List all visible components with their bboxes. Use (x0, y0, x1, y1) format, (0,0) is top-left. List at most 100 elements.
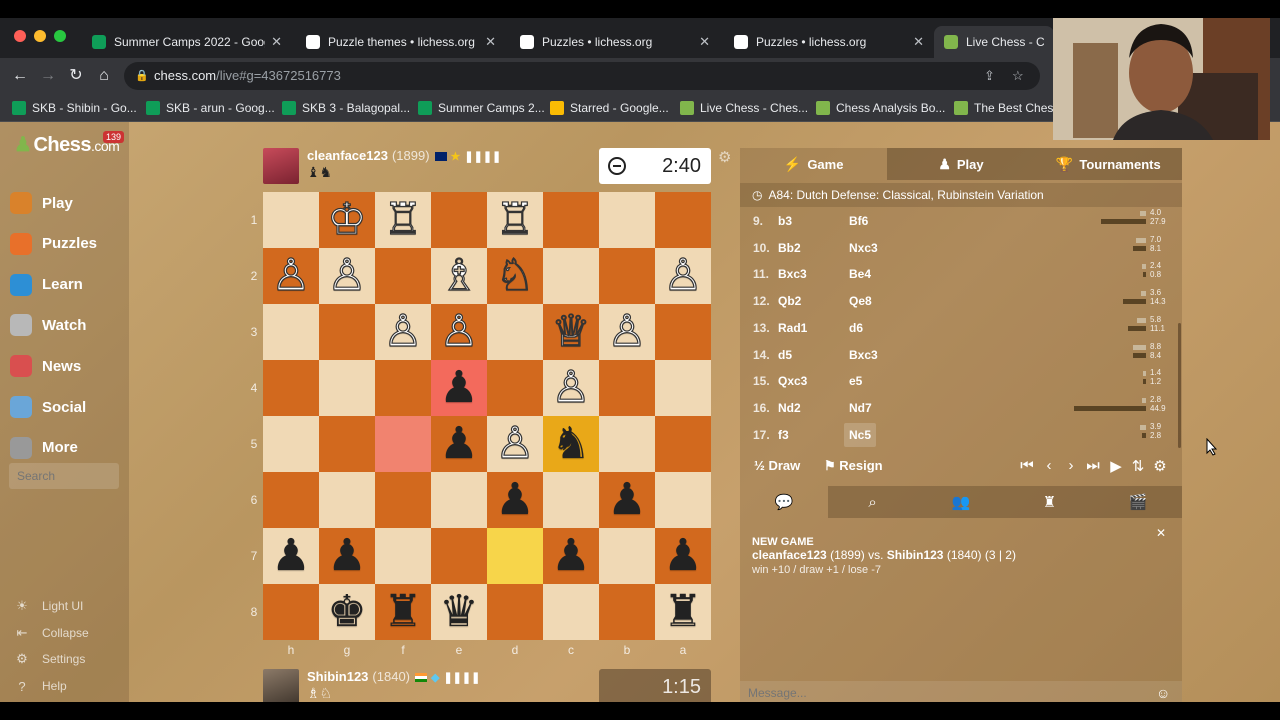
previous-move-icon[interactable]: ‹ (1039, 457, 1059, 474)
board-square[interactable]: ♚ (319, 584, 375, 640)
board-square[interactable] (319, 304, 375, 360)
board-square[interactable] (431, 528, 487, 584)
board-square[interactable] (263, 472, 319, 528)
board-square[interactable] (599, 416, 655, 472)
board-square[interactable]: ♟ (599, 472, 655, 528)
move-list-scrollbar[interactable] (1178, 323, 1181, 448)
board-square[interactable] (319, 360, 375, 416)
board-square[interactable]: ♟ (655, 528, 711, 584)
board-square[interactable]: ♜ (375, 584, 431, 640)
board-square[interactable]: ♗ (431, 248, 487, 304)
white-move[interactable]: Qb2 (778, 294, 801, 308)
board-square[interactable] (375, 528, 431, 584)
browser-tab[interactable]: Live Chess - Ches (934, 26, 1054, 58)
board-square[interactable] (319, 472, 375, 528)
board-square[interactable] (599, 360, 655, 416)
player-name[interactable]: cleanface123 (307, 148, 388, 163)
chess-piece[interactable]: ♙ (551, 365, 592, 410)
board-square[interactable]: ♙ (375, 304, 431, 360)
board-square[interactable]: ♞ (543, 416, 599, 472)
tab-play[interactable]: ♟ Play (887, 148, 1035, 180)
gear-icon[interactable]: ⚙ (1150, 457, 1170, 475)
trophy-tab-icon[interactable]: ♜ (1005, 486, 1094, 518)
white-move[interactable]: b3 (778, 214, 792, 228)
chess-piece[interactable]: ♙ (383, 309, 424, 354)
board-square[interactable]: ♙ (263, 248, 319, 304)
board-square[interactable] (655, 192, 711, 248)
close-tab-icon[interactable]: ✕ (271, 34, 282, 50)
draw-button[interactable]: ½ Draw (754, 458, 800, 473)
flip-board-icon[interactable]: ⇅ (1128, 457, 1148, 475)
board-square[interactable] (375, 248, 431, 304)
white-move[interactable]: Bxc3 (778, 267, 807, 281)
bookmark-item[interactable]: The Best Chess (954, 99, 1059, 117)
chessboard[interactable]: ♔ ♖ ♖ ♙ ♙ ♗ ♘ ♙ ♙ ♙ ♕ ♙ ♟ ♙ ♟ ♙ ♞ ♟ ♟ ♟ ♟ ♟ ♟ ♚ ♜ ♛ ♜ (263, 192, 711, 640)
maximize-window-button[interactable] (54, 30, 66, 42)
board-square[interactable] (543, 584, 599, 640)
white-move[interactable]: Qxc3 (778, 374, 807, 388)
sidebar-item-play[interactable]: Play (10, 189, 120, 217)
board-square[interactable]: ♟ (487, 472, 543, 528)
tab-tournaments[interactable]: 🏆 Tournaments (1034, 148, 1182, 180)
board-square[interactable] (487, 360, 543, 416)
message-input[interactable] (740, 681, 1182, 702)
close-window-button[interactable] (14, 30, 26, 42)
back-icon[interactable]: ← (8, 64, 32, 88)
white-move[interactable]: f3 (778, 428, 789, 442)
tab-game[interactable]: ⚡ Game (740, 148, 887, 180)
chess-piece[interactable]: ♚ (327, 590, 366, 634)
chess-piece[interactable]: ♛ (439, 590, 478, 634)
bookmark-item[interactable]: Starred - Google... (550, 99, 669, 117)
chess-piece[interactable]: ♙ (327, 253, 368, 298)
bookmark-item[interactable]: Live Chess - Ches... (680, 99, 808, 117)
board-square[interactable] (655, 416, 711, 472)
board-square[interactable]: ♟ (431, 360, 487, 416)
chess-piece[interactable]: ♜ (663, 590, 702, 634)
footer-item-collapse[interactable]: ⇤ Collapse (14, 623, 89, 643)
home-icon[interactable]: ⌂ (92, 64, 116, 88)
chess-piece[interactable]: ♟ (439, 366, 478, 410)
close-tab-icon[interactable]: ✕ (913, 34, 924, 50)
black-move[interactable]: Bf6 (844, 209, 873, 233)
chess-piece[interactable]: ♙ (607, 309, 648, 354)
board-square[interactable] (319, 416, 375, 472)
black-move[interactable]: e5 (844, 369, 867, 393)
board-square[interactable] (655, 472, 711, 528)
board-square[interactable] (263, 192, 319, 248)
footer-item-help[interactable]: ? Help (14, 676, 66, 696)
chess-piece[interactable]: ♟ (663, 534, 702, 578)
board-square[interactable] (487, 304, 543, 360)
next-move-icon[interactable]: › (1061, 457, 1081, 474)
chess-piece[interactable]: ♙ (271, 253, 312, 298)
board-square[interactable] (543, 472, 599, 528)
share-icon[interactable]: ⇪ (984, 62, 995, 90)
close-tab-icon[interactable]: ✕ (699, 34, 710, 50)
avatar[interactable] (263, 669, 299, 702)
board-square[interactable]: ♟ (431, 416, 487, 472)
white-move[interactable]: d5 (778, 348, 792, 362)
board-square[interactable] (599, 528, 655, 584)
last-move-icon[interactable]: ⏭ (1083, 457, 1103, 474)
chess-piece[interactable]: ♜ (383, 590, 422, 634)
board-square[interactable] (655, 304, 711, 360)
black-move[interactable]: Qe8 (844, 289, 877, 313)
address-bar[interactable]: 🔒 chess.com/live#g=43672516773 ⇪ ☆ (124, 62, 1040, 90)
chess-piece[interactable]: ♟ (551, 534, 590, 578)
board-square[interactable] (375, 472, 431, 528)
chess-piece[interactable]: ♞ (551, 422, 590, 466)
board-square[interactable] (599, 584, 655, 640)
board-square[interactable]: ♙ (655, 248, 711, 304)
browser-tab[interactable]: Puzzles • lichess.org ✕ (724, 26, 934, 58)
white-move[interactable]: Rad1 (778, 321, 807, 335)
sidebar-item-learn[interactable]: Learn (10, 271, 120, 299)
board-square[interactable]: ♟ (319, 528, 375, 584)
forward-icon[interactable]: → (36, 64, 60, 88)
board-square[interactable]: ♕ (543, 304, 599, 360)
board-square[interactable]: ♙ (543, 360, 599, 416)
board-square[interactable] (487, 528, 543, 584)
chess-piece[interactable]: ♙ (439, 309, 480, 354)
board-square[interactable]: ♖ (487, 192, 543, 248)
sidebar-item-more[interactable]: More (10, 434, 120, 462)
chess-piece[interactable]: ♖ (495, 197, 536, 242)
bookmark-item[interactable]: SKB 3 - Balagopal... (282, 99, 410, 117)
